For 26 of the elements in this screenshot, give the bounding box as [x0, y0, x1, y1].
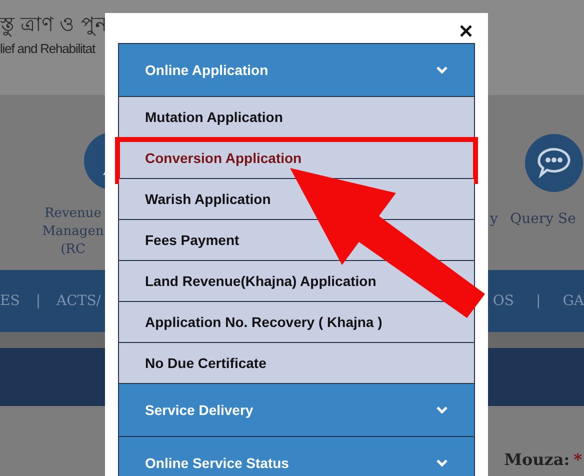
menu-item[interactable]: Application No. Recovery ( Khajna ): [119, 302, 474, 343]
service-label: (RC: [60, 241, 86, 259]
chevron-down-icon: [436, 406, 448, 414]
service-label[interactable]: y: [490, 209, 498, 230]
nav-separator: |: [536, 292, 541, 310]
chevron-down-icon: [436, 459, 448, 467]
service-label[interactable]: Query Se: [510, 209, 576, 230]
nav-link[interactable]: GA: [562, 290, 584, 312]
section-header[interactable]: Online Application: [119, 44, 474, 97]
nav-link[interactable]: ES: [0, 290, 20, 312]
nav-link[interactable]: ACTS/: [56, 290, 101, 312]
menu-item[interactable]: No Due Certificate: [119, 343, 474, 384]
chevron-down-icon: [436, 66, 448, 74]
close-icon: [459, 24, 473, 38]
service-label: Revenue: [44, 205, 102, 223]
field-label: Mouza:: [504, 449, 570, 471]
menu-item[interactable]: Mutation Application: [119, 97, 474, 138]
nav-link[interactable]: OS: [492, 290, 514, 312]
section-header[interactable]: Service Delivery: [119, 384, 474, 437]
chat-icon[interactable]: [524, 133, 584, 193]
section-header[interactable]: Online Service Status: [119, 437, 474, 476]
site-subtitle: lief and Rehabilitat: [0, 42, 95, 55]
required-mark: *: [574, 449, 582, 471]
nav-separator: |: [36, 292, 41, 310]
close-button[interactable]: [458, 23, 474, 39]
service-label: Managen: [42, 223, 104, 241]
